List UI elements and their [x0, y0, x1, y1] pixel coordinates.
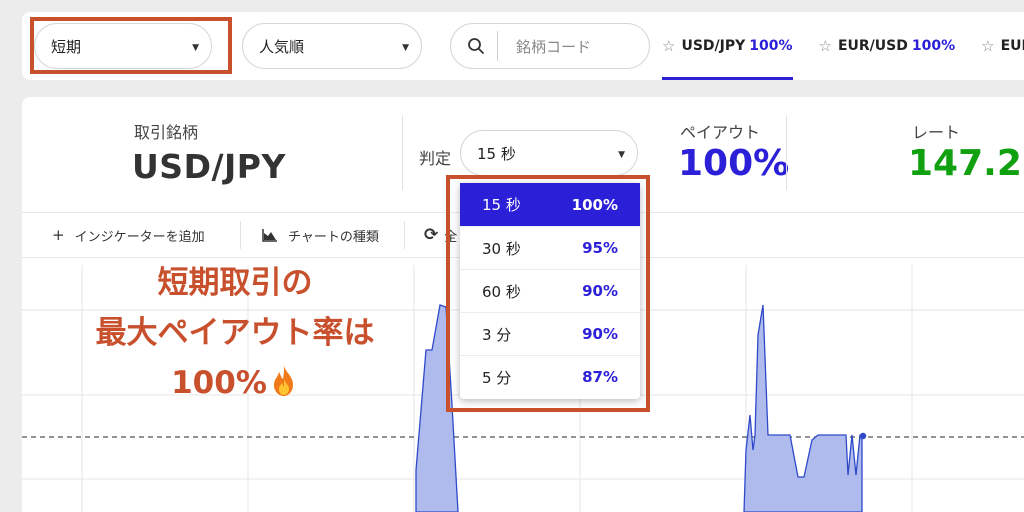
annotation-text: 短期取引の 最大ペイアウト率は 100%: [50, 258, 420, 408]
rate-value: 147.26: [908, 143, 1024, 184]
price-marker: [859, 432, 867, 440]
annotation-line: 100%: [171, 365, 267, 401]
symbol-value: USD/JPY: [132, 147, 286, 186]
search-box[interactable]: 銘柄コード: [450, 23, 650, 69]
term-select-highlight: [30, 17, 232, 74]
chart-type-label: チャートの種類: [288, 229, 379, 245]
refresh-icon: ⟳: [424, 225, 439, 245]
symbol-label: 取引銘柄: [134, 123, 199, 142]
judgement-select-value: 15 秒: [477, 144, 516, 163]
divider: [240, 221, 241, 249]
tab-symbol: EUR/USD: [837, 38, 908, 54]
tab-symbol: EUR: [1000, 38, 1024, 54]
fire-icon: [273, 366, 293, 396]
chevron-down-icon: ▼: [618, 150, 625, 160]
chart-type-button[interactable]: チャートの種類: [262, 215, 379, 255]
rate-label: レート: [912, 123, 961, 142]
search-input[interactable]: 銘柄コード: [516, 36, 591, 57]
star-icon[interactable]: ☆: [662, 37, 675, 55]
star-icon[interactable]: ☆: [981, 37, 994, 55]
payout-value: 100%: [678, 143, 790, 184]
star-icon[interactable]: ☆: [819, 37, 832, 55]
chevron-down-icon: ▼: [402, 43, 409, 53]
add-indicator-label: インジケーターを追加: [74, 229, 205, 245]
divider: [786, 115, 787, 190]
add-indicator-button[interactable]: + インジケーターを追加: [52, 215, 205, 255]
tab-usdjpy[interactable]: ☆ USD/JPY 100%: [662, 12, 805, 80]
tab-symbol: USD/JPY: [681, 38, 746, 54]
tab-eur[interactable]: ☆ EUR: [981, 12, 1024, 80]
symbol-tabs: ☆ USD/JPY 100% ☆ EUR/USD 100% ☆ EUR: [662, 12, 1024, 80]
judgement-select[interactable]: 15 秒 ▼: [460, 130, 638, 176]
tab-eurusd[interactable]: ☆ EUR/USD 100%: [819, 12, 968, 80]
search-divider: [497, 31, 498, 61]
judgement-label: 判定: [419, 149, 452, 168]
annotation-line: 最大ペイアウト率は: [95, 315, 375, 351]
divider: [402, 115, 403, 190]
tab-payout: 100%: [749, 38, 793, 54]
search-icon: [468, 38, 484, 54]
annotation-line: 短期取引の: [157, 265, 313, 301]
price-area-right: [743, 304, 863, 512]
sort-select[interactable]: 人気順 ▼: [242, 23, 422, 69]
payout-label: ペイアウト: [680, 123, 761, 142]
plus-icon: +: [52, 226, 65, 244]
annotation-line-3: 100%: [50, 358, 420, 408]
divider: [404, 221, 405, 249]
tab-payout: 100%: [911, 38, 956, 54]
dropdown-highlight: [446, 175, 650, 412]
area-chart-icon: [262, 229, 277, 242]
sort-select-value: 人気順: [259, 37, 305, 56]
